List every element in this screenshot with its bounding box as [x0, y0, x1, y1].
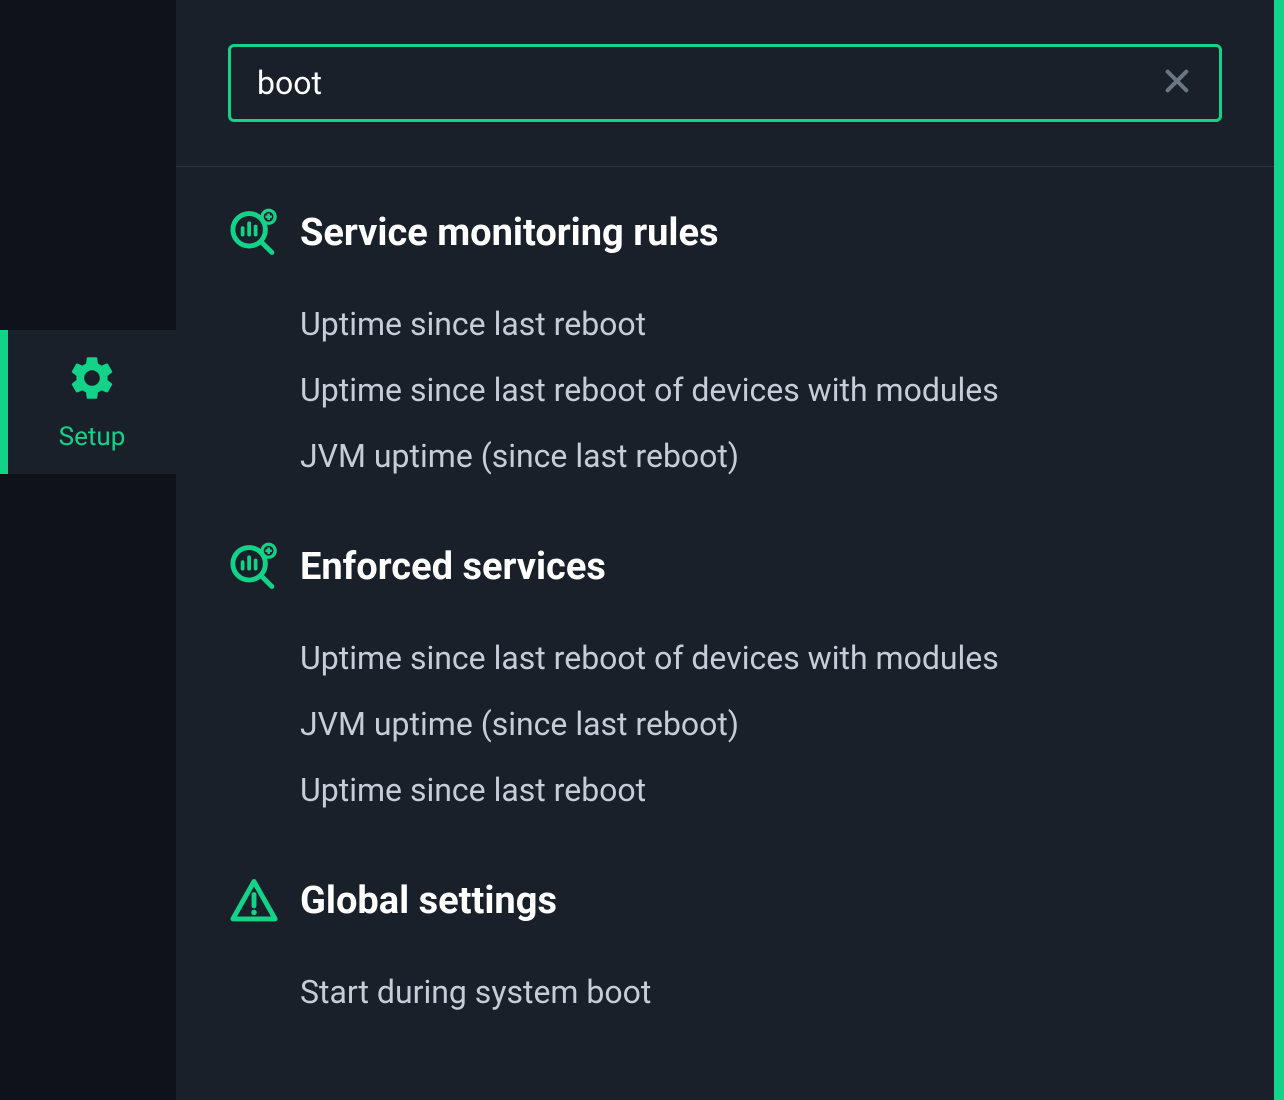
result-item[interactable]: Uptime since last reboot of devices with… [228, 357, 1222, 423]
warning-icon [228, 875, 280, 927]
group-title: Global settings [300, 879, 557, 923]
sidebar-item-label: Setup [59, 422, 126, 452]
search-input[interactable] [257, 64, 1161, 102]
group-header[interactable]: Global settings [228, 875, 1222, 927]
result-item[interactable]: Uptime since last reboot of devices with… [228, 625, 1222, 691]
result-group: Global settings Start during system boot [228, 875, 1222, 1025]
sidebar: Setup [0, 0, 176, 1100]
group-title: Service monitoring rules [300, 211, 719, 255]
group-header[interactable]: Enforced services [228, 541, 1222, 593]
clear-search-button[interactable] [1161, 65, 1193, 101]
main-panel: Service monitoring rules Uptime since la… [176, 0, 1284, 1100]
monitoring-icon [228, 207, 280, 259]
result-item[interactable]: Uptime since last reboot [228, 757, 1222, 823]
result-group: Enforced services Uptime since last rebo… [228, 541, 1222, 823]
monitoring-icon [228, 541, 280, 593]
result-item[interactable]: Start during system boot [228, 959, 1222, 1025]
gear-icon [66, 352, 118, 408]
search-container [176, 0, 1274, 167]
group-header[interactable]: Service monitoring rules [228, 207, 1222, 259]
result-group: Service monitoring rules Uptime since la… [228, 207, 1222, 489]
group-title: Enforced services [300, 545, 606, 589]
close-icon [1161, 65, 1193, 101]
result-item[interactable]: JVM uptime (since last reboot) [228, 423, 1222, 489]
search-results: Service monitoring rules Uptime since la… [176, 167, 1274, 1100]
result-item[interactable]: JVM uptime (since last reboot) [228, 691, 1222, 757]
result-item[interactable]: Uptime since last reboot [228, 291, 1222, 357]
search-box[interactable] [228, 44, 1222, 122]
sidebar-item-setup[interactable]: Setup [0, 330, 176, 474]
